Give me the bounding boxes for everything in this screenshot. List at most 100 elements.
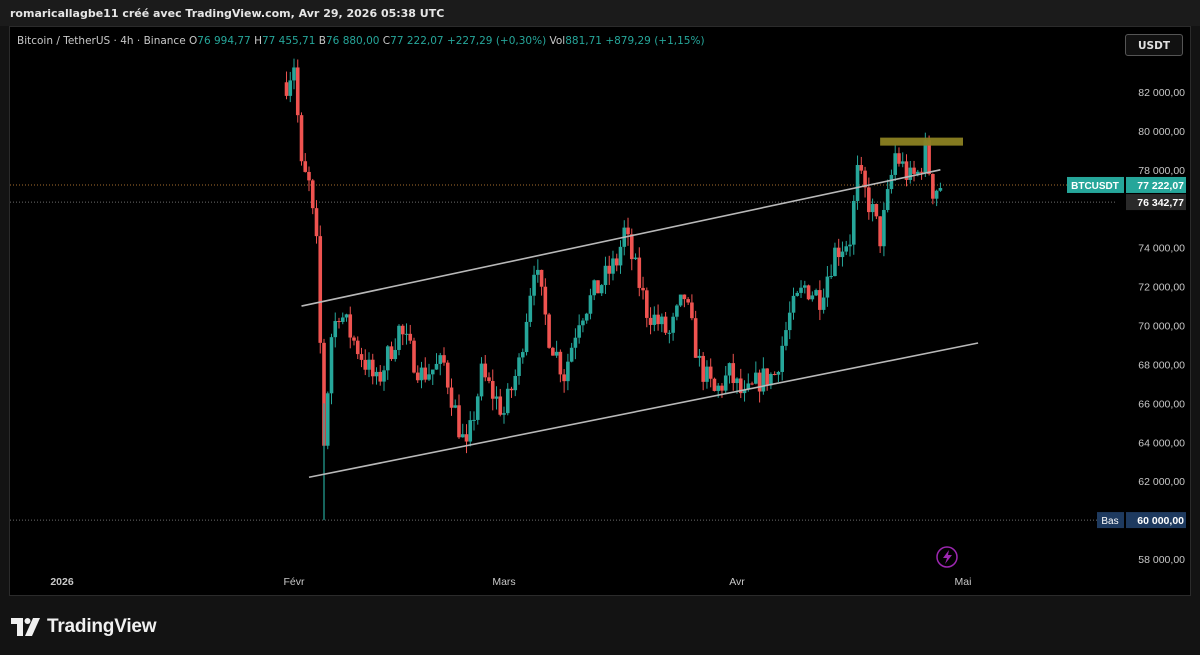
candle-body — [806, 285, 811, 300]
candle-body — [487, 377, 491, 381]
candle-body — [633, 257, 638, 260]
x-tick-label: 2026 — [50, 576, 74, 588]
y-tick-label: 82 000,00 — [1138, 87, 1185, 99]
drawings[interactable] — [301, 137, 979, 479]
candle-body — [663, 316, 668, 333]
high-value: 77 455,71 — [261, 35, 316, 47]
tradingview-wordmark: TradingView — [47, 616, 157, 637]
channel-upper-line[interactable] — [301, 169, 941, 307]
candle-body — [310, 180, 315, 209]
candle-body — [370, 359, 375, 377]
candle-body — [716, 385, 721, 391]
candle-body — [878, 216, 882, 247]
candle-body — [584, 313, 589, 321]
candle-body — [415, 372, 420, 381]
candle-body — [509, 388, 514, 391]
candle-body — [457, 405, 461, 438]
candle-body — [618, 246, 623, 266]
candle-body — [934, 190, 939, 199]
candle-body — [614, 258, 619, 266]
candle-body — [855, 165, 860, 201]
candle-body — [337, 321, 341, 323]
candle-body — [897, 153, 901, 164]
candle-body — [562, 374, 566, 382]
x-tick-label: Mars — [492, 576, 515, 588]
candle-body — [874, 204, 879, 217]
candle-body — [449, 387, 454, 408]
candle-body — [637, 257, 642, 288]
horizontal-lines — [10, 184, 1115, 521]
candle-body — [931, 173, 935, 199]
candle-body — [682, 294, 687, 300]
candle-body — [656, 314, 660, 325]
x-tick-label: Févr — [284, 576, 306, 588]
candle-body — [882, 209, 886, 247]
candle-body — [675, 305, 679, 317]
lightning-icon[interactable] — [936, 546, 958, 568]
y-tick-label: 62 000,00 — [1138, 476, 1185, 488]
candle-body — [520, 352, 525, 358]
candle-body — [558, 351, 563, 375]
candle-body — [803, 285, 807, 288]
candle-body — [299, 115, 304, 162]
candle-body — [588, 295, 593, 314]
y-tick-label: 74 000,00 — [1138, 243, 1185, 255]
x-axis[interactable]: 2026 Févr Mars Avr Mai — [50, 576, 971, 588]
candle-body — [460, 434, 465, 438]
candle-body — [340, 317, 345, 322]
candle-body — [900, 161, 905, 164]
candle-body — [867, 187, 871, 213]
candle-body — [434, 363, 439, 370]
candle-body — [829, 276, 833, 278]
candle-body — [505, 388, 510, 414]
candle-body — [754, 372, 758, 384]
candle-body — [799, 287, 803, 293]
candle-body — [795, 292, 800, 296]
candle-body — [374, 371, 379, 377]
candle-body — [325, 393, 330, 446]
candle-body — [705, 366, 709, 382]
price-chart[interactable]: 58 000,00 62 000,00 64 000,00 66 000,00 68 0… — [0, 0, 1200, 655]
symbol-label[interactable]: Bitcoin / TetherUS · 4h · Binance — [17, 35, 186, 47]
candle-body — [517, 357, 521, 376]
candle-body — [836, 247, 841, 258]
y-tick-label: 78 000,00 — [1138, 165, 1185, 177]
candle-body — [303, 161, 308, 172]
candle-body — [731, 363, 736, 384]
candle-body — [502, 413, 506, 415]
candle-body — [464, 434, 469, 442]
tradingview-logo[interactable]: TradingView — [11, 614, 157, 640]
candle-body — [727, 363, 732, 376]
candle-body — [870, 204, 875, 213]
candle-body — [352, 337, 356, 341]
candle-body — [787, 312, 792, 331]
candle-body — [603, 265, 608, 286]
candle-body — [430, 369, 435, 375]
candle-body — [427, 374, 431, 380]
candle-body — [359, 354, 364, 360]
y-axis[interactable]: 58 000,00 62 000,00 64 000,00 66 000,00 68 0… — [1138, 87, 1185, 566]
candle-body — [693, 318, 698, 358]
candle-body — [355, 340, 360, 355]
candle-body — [761, 368, 766, 392]
candle-body — [445, 362, 450, 388]
candle-body — [851, 200, 856, 245]
currency-button[interactable]: USDT — [1125, 34, 1183, 56]
candle-body — [678, 294, 683, 306]
candle-body — [479, 363, 484, 397]
channel-lower-line[interactable] — [308, 342, 979, 479]
candle-body — [859, 165, 864, 171]
y-tick-label: 68 000,00 — [1138, 359, 1185, 371]
candle-body — [397, 325, 401, 350]
candle-body — [307, 171, 311, 181]
candle-body — [599, 285, 604, 294]
candle-body — [893, 153, 897, 175]
resistance-zone[interactable] — [880, 137, 963, 146]
candle-body — [367, 359, 371, 370]
candle-body — [577, 325, 581, 338]
candle-body — [573, 337, 578, 348]
candle-body — [686, 299, 690, 303]
change-value: +227,29 (+0,30%) — [446, 35, 547, 47]
candle-body — [468, 420, 473, 442]
candle-body — [667, 332, 672, 334]
